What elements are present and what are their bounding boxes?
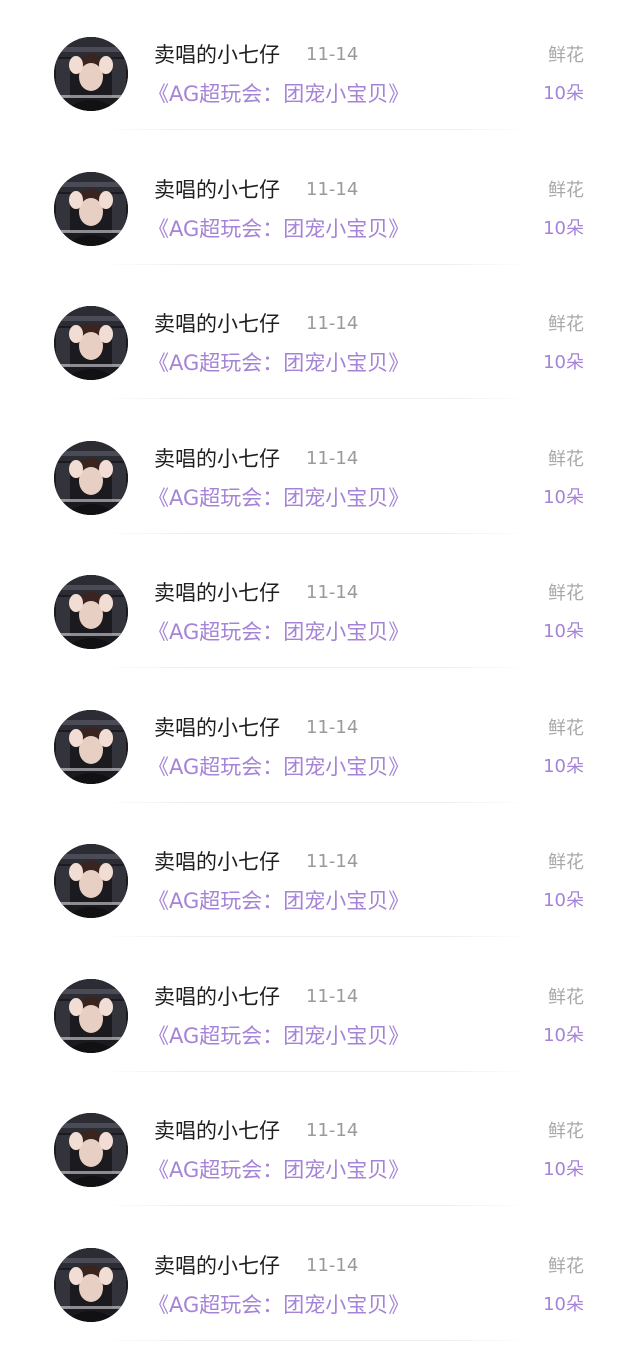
user-avatar[interactable] xyxy=(54,575,128,649)
work-title-link[interactable]: 《AG超玩会：团宠小宝贝》 xyxy=(148,886,409,916)
row-divider xyxy=(100,1071,530,1072)
row-divider xyxy=(100,1205,530,1206)
gift-date: 11-14 xyxy=(306,448,359,469)
gift-type-label: 鲜花 xyxy=(548,449,584,470)
gift-count: 10朵 xyxy=(543,890,584,911)
work-title-link[interactable]: 《AG超玩会：团宠小宝贝》 xyxy=(148,483,409,513)
user-name[interactable]: 卖唱的小七仔 xyxy=(154,309,280,339)
gift-type-label: 鲜花 xyxy=(548,1121,584,1142)
avatar-photo xyxy=(54,1113,128,1187)
gift-type-label: 鲜花 xyxy=(548,583,584,604)
gift-count: 10朵 xyxy=(543,1294,584,1315)
work-title-link[interactable]: 《AG超玩会：团宠小宝贝》 xyxy=(148,617,409,647)
user-avatar[interactable] xyxy=(54,1248,128,1322)
gift-count: 10朵 xyxy=(543,487,584,508)
gift-date: 11-14 xyxy=(306,986,359,1007)
gift-record-row[interactable]: 卖唱的小七仔 11-14 《AG超玩会：团宠小宝贝》 鲜花 10朵 xyxy=(0,1211,640,1345)
avatar-photo xyxy=(54,441,128,515)
avatar-photo xyxy=(54,37,128,111)
work-title-link[interactable]: 《AG超玩会：团宠小宝贝》 xyxy=(148,348,409,378)
work-title-link[interactable]: 《AG超玩会：团宠小宝贝》 xyxy=(148,214,409,244)
gift-date: 11-14 xyxy=(306,717,359,738)
user-name[interactable]: 卖唱的小七仔 xyxy=(154,578,280,608)
row-divider xyxy=(100,264,530,265)
user-name[interactable]: 卖唱的小七仔 xyxy=(154,175,280,205)
gift-type-label: 鲜花 xyxy=(548,180,584,201)
avatar-photo xyxy=(54,172,128,246)
gift-record-row[interactable]: 卖唱的小七仔 11-14 《AG超玩会：团宠小宝贝》 鲜花 10朵 xyxy=(0,807,640,941)
user-name[interactable]: 卖唱的小七仔 xyxy=(154,1116,280,1146)
gift-date: 11-14 xyxy=(306,179,359,200)
user-avatar[interactable] xyxy=(54,37,128,111)
gift-type-label: 鲜花 xyxy=(548,45,584,66)
gift-count: 10朵 xyxy=(543,621,584,642)
user-avatar[interactable] xyxy=(54,441,128,515)
gift-record-row[interactable]: 卖唱的小七仔 11-14 《AG超玩会：团宠小宝贝》 鲜花 10朵 xyxy=(0,135,640,269)
gift-count: 10朵 xyxy=(543,1025,584,1046)
user-avatar[interactable] xyxy=(54,979,128,1053)
gift-record-row[interactable]: 卖唱的小七仔 11-14 《AG超玩会：团宠小宝贝》 鲜花 10朵 xyxy=(0,1076,640,1210)
gift-date: 11-14 xyxy=(306,44,359,65)
user-name[interactable]: 卖唱的小七仔 xyxy=(154,982,280,1012)
row-divider xyxy=(100,533,530,534)
work-title-link[interactable]: 《AG超玩会：团宠小宝贝》 xyxy=(148,1155,409,1185)
gift-date: 11-14 xyxy=(306,1255,359,1276)
gift-type-label: 鲜花 xyxy=(548,1256,584,1277)
avatar-photo xyxy=(54,979,128,1053)
gift-record-row[interactable]: 卖唱的小七仔 11-14 《AG超玩会：团宠小宝贝》 鲜花 10朵 xyxy=(0,538,640,672)
gift-record-row[interactable]: 卖唱的小七仔 11-14 《AG超玩会：团宠小宝贝》 鲜花 10朵 xyxy=(0,404,640,538)
row-divider xyxy=(100,667,530,668)
avatar-photo xyxy=(54,575,128,649)
user-avatar[interactable] xyxy=(54,844,128,918)
work-title-link[interactable]: 《AG超玩会：团宠小宝贝》 xyxy=(148,79,409,109)
gift-type-label: 鲜花 xyxy=(548,852,584,873)
avatar-photo xyxy=(54,306,128,380)
user-name[interactable]: 卖唱的小七仔 xyxy=(154,444,280,474)
gift-date: 11-14 xyxy=(306,313,359,334)
gift-count: 10朵 xyxy=(543,756,584,777)
gift-type-label: 鲜花 xyxy=(548,314,584,335)
row-divider xyxy=(100,1340,530,1341)
row-divider xyxy=(100,936,530,937)
gift-type-label: 鲜花 xyxy=(548,718,584,739)
gift-date: 11-14 xyxy=(306,1120,359,1141)
gift-date: 11-14 xyxy=(306,851,359,872)
gift-record-row[interactable]: 卖唱的小七仔 11-14 《AG超玩会：团宠小宝贝》 鲜花 10朵 xyxy=(0,673,640,807)
user-name[interactable]: 卖唱的小七仔 xyxy=(154,1251,280,1281)
work-title-link[interactable]: 《AG超玩会：团宠小宝贝》 xyxy=(148,1021,409,1051)
gift-record-row[interactable]: 卖唱的小七仔 11-14 《AG超玩会：团宠小宝贝》 鲜花 10朵 xyxy=(0,0,640,134)
gift-record-row[interactable]: 卖唱的小七仔 11-14 《AG超玩会：团宠小宝贝》 鲜花 10朵 xyxy=(0,942,640,1076)
user-name[interactable]: 卖唱的小七仔 xyxy=(154,847,280,877)
gift-count: 10朵 xyxy=(543,218,584,239)
gift-count: 10朵 xyxy=(543,1159,584,1180)
user-name[interactable]: 卖唱的小七仔 xyxy=(154,40,280,70)
gift-count: 10朵 xyxy=(543,352,584,373)
user-avatar[interactable] xyxy=(54,172,128,246)
gift-count: 10朵 xyxy=(543,83,584,104)
work-title-link[interactable]: 《AG超玩会：团宠小宝贝》 xyxy=(148,1290,409,1320)
avatar-photo xyxy=(54,710,128,784)
gift-date: 11-14 xyxy=(306,582,359,603)
user-avatar[interactable] xyxy=(54,306,128,380)
work-title-link[interactable]: 《AG超玩会：团宠小宝贝》 xyxy=(148,752,409,782)
gift-record-row[interactable]: 卖唱的小七仔 11-14 《AG超玩会：团宠小宝贝》 鲜花 10朵 xyxy=(0,269,640,403)
avatar-photo xyxy=(54,1248,128,1322)
row-divider xyxy=(100,129,530,130)
user-name[interactable]: 卖唱的小七仔 xyxy=(154,713,280,743)
avatar-photo xyxy=(54,844,128,918)
user-avatar[interactable] xyxy=(54,710,128,784)
user-avatar[interactable] xyxy=(54,1113,128,1187)
row-divider xyxy=(100,398,530,399)
row-divider xyxy=(100,802,530,803)
gift-record-list: 卖唱的小七仔 11-14 《AG超玩会：团宠小宝贝》 鲜花 10朵 卖唱的小七仔 xyxy=(0,0,640,1352)
gift-type-label: 鲜花 xyxy=(548,987,584,1008)
